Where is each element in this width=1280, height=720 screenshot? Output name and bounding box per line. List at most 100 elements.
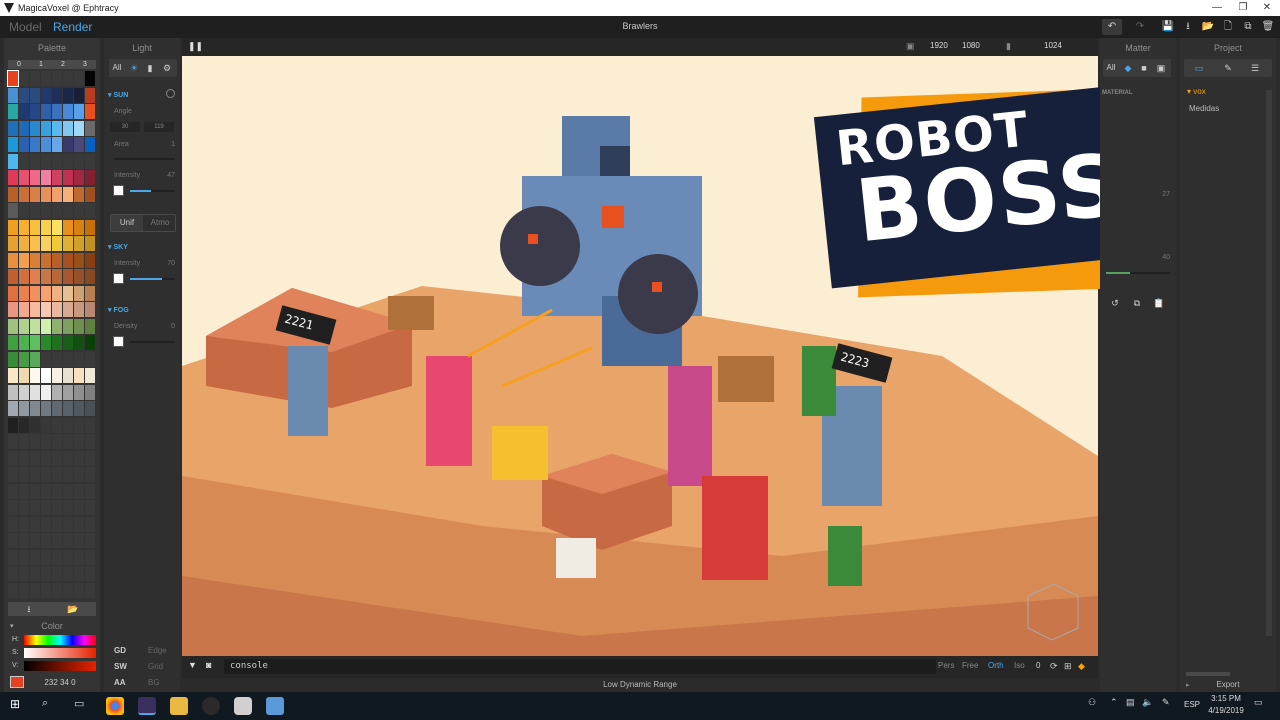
palette-swatch[interactable] [52, 533, 62, 548]
palette-swatch[interactable] [74, 170, 84, 185]
palette-swatch[interactable] [19, 549, 29, 565]
filter-all[interactable]: All [110, 61, 124, 75]
palette-swatch[interactable] [19, 384, 29, 400]
palette-swatch[interactable] [8, 137, 18, 152]
clock-time[interactable]: 3:15 PM [1206, 694, 1246, 703]
samples-value[interactable]: 1024 [1044, 41, 1062, 50]
sun-color-swatch[interactable] [113, 185, 124, 196]
palette-swatch[interactable] [63, 104, 73, 119]
palette-swatch[interactable] [74, 87, 84, 103]
task-view-icon[interactable]: ▭ [74, 697, 84, 710]
palette-swatch[interactable] [85, 467, 95, 482]
palette-swatch[interactable] [41, 467, 51, 482]
palette-swatch[interactable] [85, 318, 95, 334]
palette-swatch[interactable] [19, 203, 29, 218]
fog-section-label[interactable]: ▾ FOG [108, 306, 129, 314]
palette-page-tab[interactable]: 2 [52, 60, 74, 69]
palette-swatch[interactable] [41, 170, 51, 185]
palette-swatch[interactable] [74, 483, 84, 499]
palette-swatch[interactable] [7, 70, 19, 87]
minimize-button[interactable]: — [1204, 0, 1230, 16]
color-collapse-icon[interactable]: ▾ [10, 622, 14, 630]
palette-swatch[interactable] [19, 269, 29, 284]
palette-swatch[interactable] [8, 434, 18, 449]
palette-swatch[interactable] [74, 417, 84, 433]
palette-swatch[interactable] [41, 582, 51, 598]
palette-swatch[interactable] [8, 533, 18, 548]
palette-swatch[interactable] [52, 566, 62, 581]
palette-swatch[interactable] [41, 351, 51, 367]
palette-swatch[interactable] [41, 71, 51, 86]
palette-swatch[interactable] [41, 533, 51, 548]
palette-swatch[interactable] [74, 384, 84, 400]
palette-swatch[interactable] [85, 269, 95, 284]
view-mode-free[interactable]: Free [962, 661, 978, 670]
palette-swatch[interactable] [30, 104, 40, 119]
photos-icon[interactable] [266, 697, 284, 715]
palette-swatch[interactable] [52, 236, 62, 251]
palette-swatch[interactable] [52, 252, 62, 268]
palette-swatch[interactable] [41, 401, 51, 416]
palette-swatch[interactable] [30, 285, 40, 301]
palette-swatch[interactable] [52, 582, 62, 598]
palette-swatch[interactable] [30, 533, 40, 548]
search-icon[interactable]: ⌕ [42, 697, 48, 710]
palette-swatch[interactable] [63, 368, 73, 383]
palette-swatch[interactable] [85, 516, 95, 532]
pen-icon[interactable]: ✎ [1162, 697, 1170, 708]
palette-swatch[interactable] [63, 285, 73, 301]
palette-swatch[interactable] [41, 516, 51, 532]
sky-section-label[interactable]: ▾ SKY [108, 243, 128, 251]
palette-swatch[interactable] [74, 120, 84, 136]
palette-swatch[interactable] [8, 516, 18, 532]
palette-swatch[interactable] [63, 450, 73, 466]
palette-swatch[interactable] [74, 186, 84, 202]
palette-swatch[interactable] [52, 137, 62, 152]
palette-swatch[interactable] [30, 302, 40, 317]
palette-swatch[interactable] [8, 566, 18, 581]
mode-atmo[interactable]: Atmo [144, 215, 176, 231]
palette-swatch[interactable] [85, 302, 95, 317]
palette-swatch[interactable] [63, 582, 73, 598]
palette-swatch[interactable] [63, 500, 73, 515]
palette-swatch[interactable] [52, 417, 62, 433]
palette-swatch[interactable] [30, 368, 40, 383]
palette-swatch[interactable] [8, 500, 18, 515]
palette-swatch[interactable] [52, 186, 62, 202]
palette-swatch[interactable] [85, 137, 95, 152]
palette-swatch[interactable] [74, 467, 84, 482]
palette-swatch[interactable] [74, 269, 84, 284]
palette-swatch[interactable] [74, 137, 84, 152]
palette-swatch[interactable] [41, 384, 51, 400]
palette-swatch[interactable] [52, 335, 62, 350]
palette-swatch[interactable] [30, 549, 40, 565]
palette-swatch[interactable] [8, 483, 18, 499]
palette-swatch[interactable] [74, 368, 84, 383]
palette-swatch[interactable] [74, 500, 84, 515]
palette-swatch[interactable] [63, 71, 73, 86]
palette-page-tab[interactable]: 0 [8, 60, 30, 69]
palette-swatch[interactable] [30, 483, 40, 499]
notifications-icon[interactable]: ▭ [1254, 697, 1263, 708]
palette-swatch[interactable] [19, 368, 29, 383]
palette-swatch[interactable] [19, 219, 29, 235]
palette-swatch[interactable] [52, 203, 62, 218]
open-folder-icon[interactable]: 📂 [1198, 19, 1218, 35]
redo-icon[interactable]: ↷ [1130, 19, 1150, 35]
palette-swatch[interactable] [30, 318, 40, 334]
palette-swatch[interactable] [8, 236, 18, 251]
palette-swatch[interactable] [63, 170, 73, 185]
palette-swatch[interactable] [63, 516, 73, 532]
sky-color-swatch[interactable] [113, 273, 124, 284]
palette-swatch[interactable] [74, 104, 84, 119]
palette-swatch[interactable] [74, 203, 84, 218]
palette-swatch[interactable] [85, 417, 95, 433]
palette-swatch[interactable] [8, 335, 18, 350]
palette-swatch[interactable] [30, 566, 40, 581]
brush-icon[interactable]: ✎ [1221, 61, 1235, 75]
view-mode-pers[interactable]: Pers [938, 661, 954, 670]
palette-swatch[interactable] [85, 186, 95, 202]
windows-start-icon[interactable]: ⊞ [10, 697, 20, 711]
palette-swatch[interactable] [41, 203, 51, 218]
palette-swatch[interactable] [85, 87, 95, 103]
